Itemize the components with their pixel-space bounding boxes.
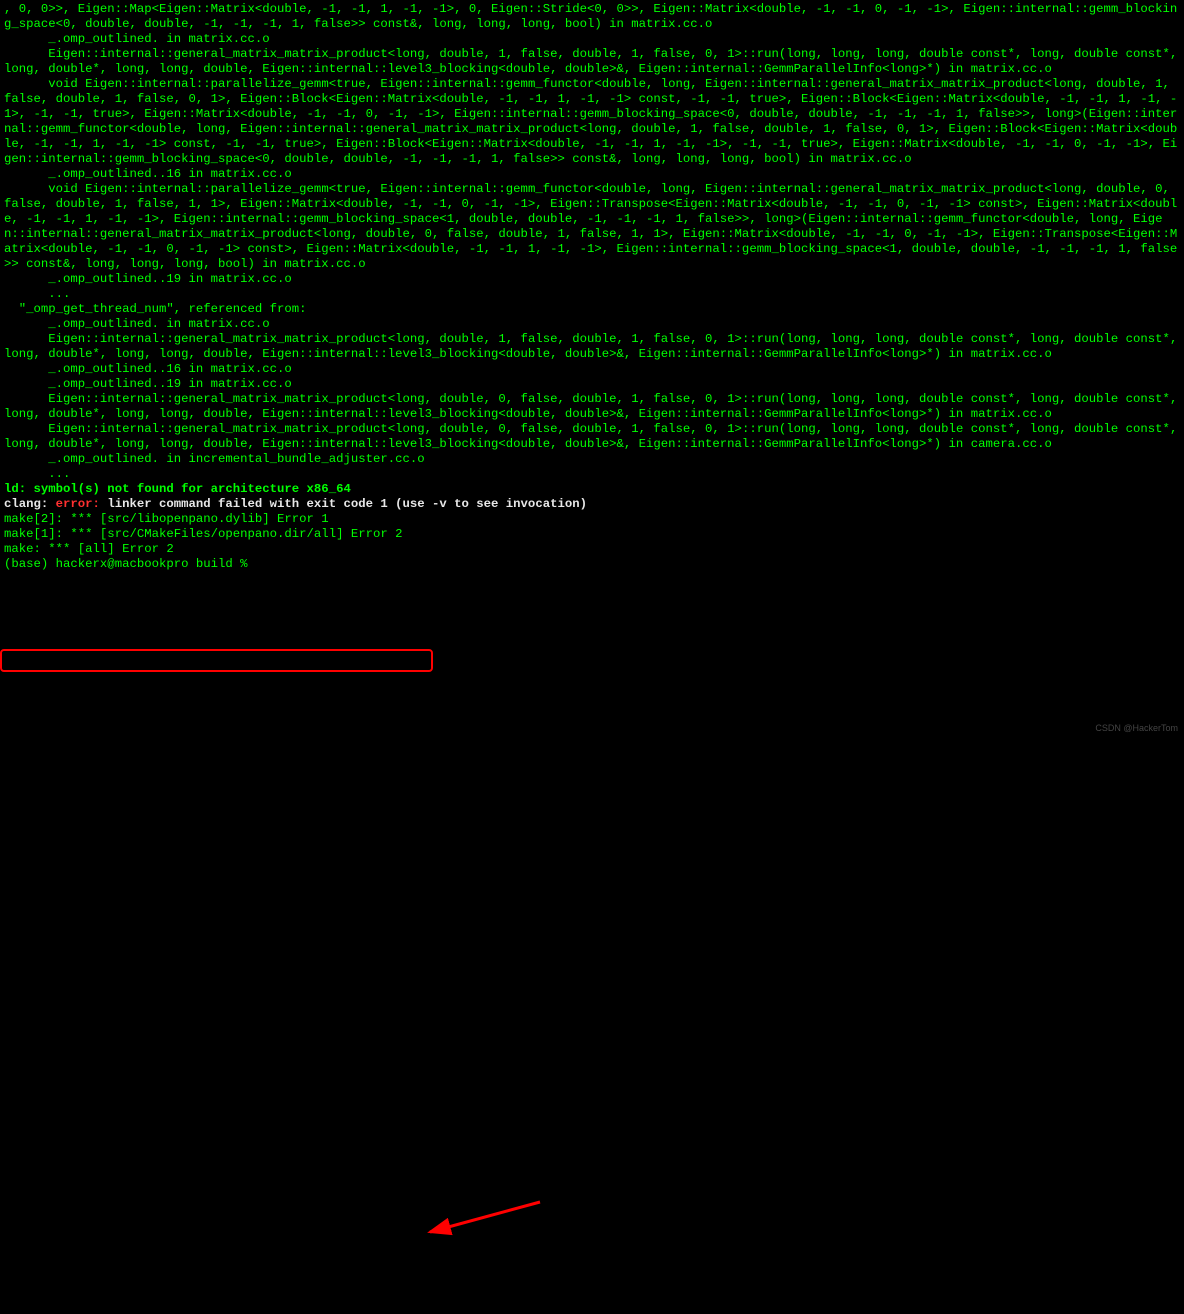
terminal-text: make: *** [all] Error 2 <box>4 542 174 556</box>
terminal-text: _.omp_outlined. in matrix.cc.o <box>4 32 270 46</box>
terminal-text: _.omp_outlined..19 in matrix.cc.o <box>4 377 292 391</box>
terminal-text: _.omp_outlined..16 in matrix.cc.o <box>4 362 292 376</box>
terminal-line: Eigen::internal::general_matrix_matrix_p… <box>4 422 1180 452</box>
terminal-text: "_omp_get_thread_num", referenced from: <box>4 302 307 316</box>
terminal-line: Eigen::internal::general_matrix_matrix_p… <box>4 47 1180 77</box>
terminal-line: make: *** [all] Error 2 <box>4 542 1180 557</box>
terminal-text: , 0, 0>>, Eigen::Map<Eigen::Matrix<doubl… <box>4 2 1177 31</box>
terminal-line: _.omp_outlined..19 in matrix.cc.o <box>4 272 1180 287</box>
terminal-text: linker command failed with exit code 1 (… <box>107 497 587 511</box>
terminal-text: void Eigen::internal::parallelize_gemm<t… <box>4 77 1177 166</box>
terminal-text: ... <box>4 467 70 481</box>
terminal-text: Eigen::internal::general_matrix_matrix_p… <box>4 332 1184 361</box>
terminal-text: _.omp_outlined..16 in matrix.cc.o <box>4 167 292 181</box>
terminal-line: _.omp_outlined. in incremental_bundle_ad… <box>4 452 1180 467</box>
terminal-text: Eigen::internal::general_matrix_matrix_p… <box>4 392 1184 421</box>
terminal-line: clang: error: linker command failed with… <box>4 497 1180 512</box>
terminal-line: _.omp_outlined..16 in matrix.cc.o <box>4 167 1180 182</box>
terminal-line: , 0, 0>>, Eigen::Map<Eigen::Matrix<doubl… <box>4 2 1180 32</box>
terminal-text: ld: symbol(s) not found for architecture… <box>4 482 351 496</box>
terminal-line: ld: symbol(s) not found for architecture… <box>4 482 1180 497</box>
terminal-text: (base) hackerx@macbookpro build % <box>4 557 255 571</box>
terminal-text: _.omp_outlined..19 in matrix.cc.o <box>4 272 292 286</box>
error-highlight-box <box>0 649 433 672</box>
terminal-line: ... <box>4 467 1180 482</box>
terminal-text: clang: <box>4 497 56 511</box>
terminal-line: _.omp_outlined..19 in matrix.cc.o <box>4 377 1180 392</box>
terminal-line: void Eigen::internal::parallelize_gemm<t… <box>4 77 1180 167</box>
terminal-line: Eigen::internal::general_matrix_matrix_p… <box>4 392 1180 422</box>
terminal-line: void Eigen::internal::parallelize_gemm<t… <box>4 182 1180 272</box>
terminal-line: _.omp_outlined. in matrix.cc.o <box>4 317 1180 332</box>
watermark: CSDN @HackerTom <box>1095 721 1178 736</box>
terminal-line: Eigen::internal::general_matrix_matrix_p… <box>4 332 1180 362</box>
terminal-text: make[2]: *** [src/libopenpano.dylib] Err… <box>4 512 329 526</box>
terminal-line: make[2]: *** [src/libopenpano.dylib] Err… <box>4 512 1180 527</box>
terminal-line: make[1]: *** [src/CMakeFiles/openpano.di… <box>4 527 1180 542</box>
terminal-line: (base) hackerx@macbookpro build % <box>4 557 1180 572</box>
terminal-line: _.omp_outlined. in matrix.cc.o <box>4 32 1180 47</box>
terminal-text: _.omp_outlined. in incremental_bundle_ad… <box>4 452 425 466</box>
terminal-line: "_omp_get_thread_num", referenced from: <box>4 302 1180 317</box>
terminal-text: error: <box>56 497 108 511</box>
terminal-text: make[1]: *** [src/CMakeFiles/openpano.di… <box>4 527 402 541</box>
terminal-output[interactable]: , 0, 0>>, Eigen::Map<Eigen::Matrix<doubl… <box>0 0 1184 574</box>
terminal-text: Eigen::internal::general_matrix_matrix_p… <box>4 47 1184 76</box>
annotation-arrow <box>0 574 1184 1314</box>
terminal-text: Eigen::internal::general_matrix_matrix_p… <box>4 422 1184 451</box>
terminal-text: void Eigen::internal::parallelize_gemm<t… <box>4 182 1177 271</box>
terminal-text: _.omp_outlined. in matrix.cc.o <box>4 317 270 331</box>
terminal-line: _.omp_outlined..16 in matrix.cc.o <box>4 362 1180 377</box>
terminal-line: ... <box>4 287 1180 302</box>
terminal-text: ... <box>4 287 70 301</box>
